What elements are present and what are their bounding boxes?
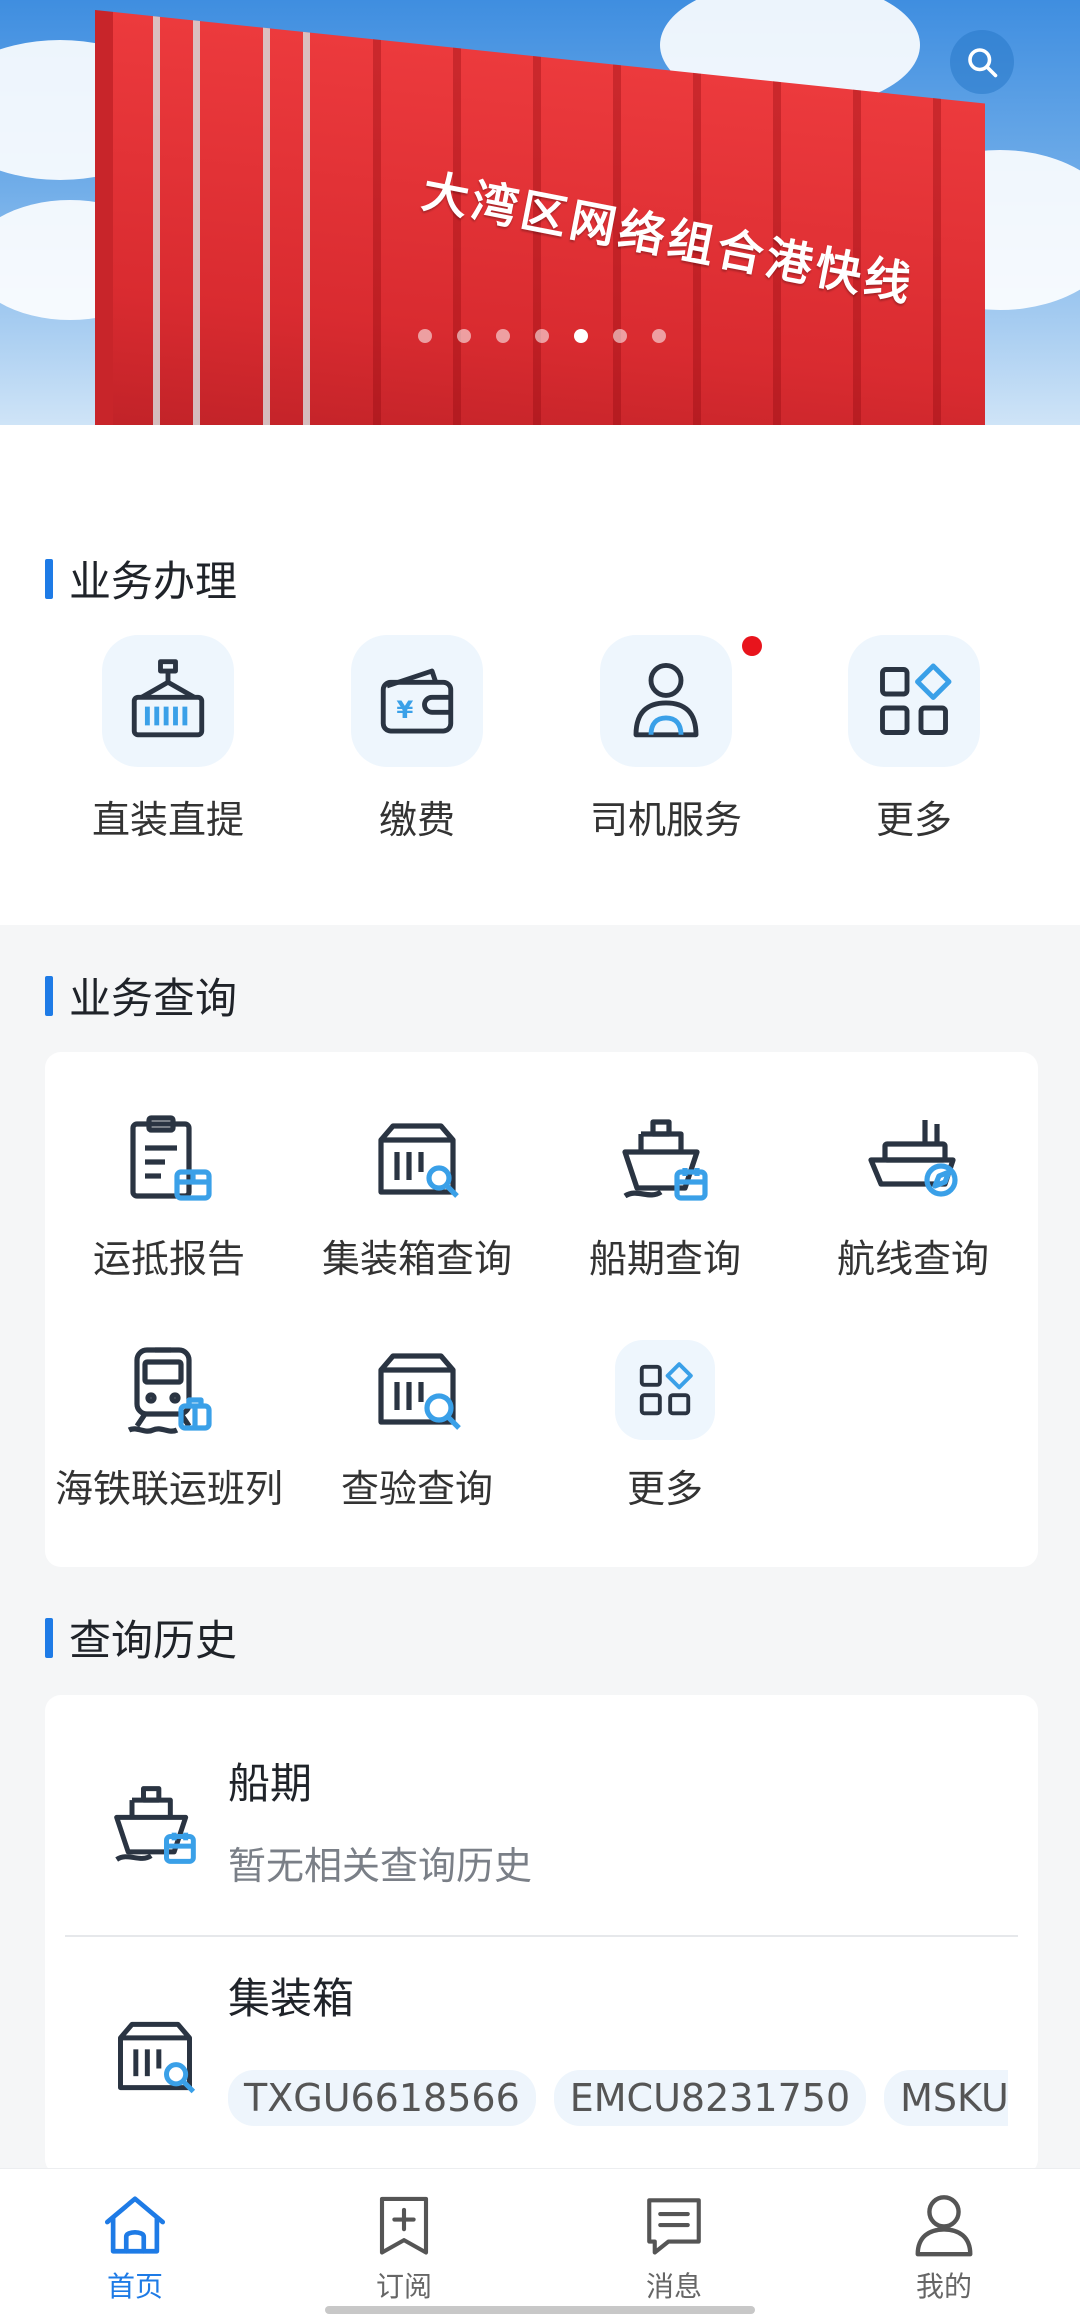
search-icon: [968, 48, 998, 78]
train-icon: [127, 1347, 212, 1434]
tab-profile[interactable]: 我的: [864, 2189, 1024, 2305]
bottom-tab-bar: 首页 订阅 消息 我的: [0, 2168, 1080, 2319]
ship-schedule-icon: [114, 1786, 196, 1864]
business-item-label: 司机服务: [589, 798, 742, 842]
history-chips: TXGU6618566 EMCU8231750 MSKU1: [228, 2070, 1008, 2126]
query-section-title: 业务查询: [45, 965, 237, 1026]
query-item-container[interactable]: 集装箱查询: [293, 1110, 541, 1283]
inspection-search-icon: [378, 1353, 461, 1430]
tab-label: 我的: [915, 2270, 972, 2303]
business-item-label: 缴费: [378, 798, 455, 842]
history-row-title: 船期: [228, 1759, 313, 1808]
history-card: 船期 暂无相关查询历史 集装箱 TXGU6618566 EMCU8231750 …: [45, 1695, 1038, 2175]
search-button[interactable]: [950, 30, 1014, 94]
carousel-dots: [418, 329, 666, 343]
business-item-driver-service[interactable]: 司机服务: [546, 635, 786, 844]
home-icon: [104, 2196, 166, 2254]
grid-more-icon: [880, 663, 952, 735]
tab-label: 消息: [645, 2270, 702, 2303]
business-item-more[interactable]: 更多: [794, 635, 1034, 844]
business-section-title: 业务办理: [45, 548, 237, 609]
container-crane-icon: [131, 659, 205, 738]
query-item-label: 航线查询: [836, 1237, 989, 1281]
business-item-label: 更多: [875, 798, 952, 842]
business-item-direct-load[interactable]: 直装直提: [48, 635, 288, 844]
query-item-label: 运抵报告: [92, 1237, 245, 1281]
banner-carousel[interactable]: 大湾区网络组合港快线: [0, 0, 1080, 425]
wallet-icon: ¥: [380, 668, 454, 734]
query-item-label: 更多: [626, 1467, 703, 1511]
tab-messages[interactable]: 消息: [594, 2189, 754, 2305]
query-item-label: 集装箱查询: [321, 1237, 512, 1281]
query-item-sea-rail[interactable]: 海铁联运班列: [45, 1340, 293, 1513]
query-item-ship-schedule[interactable]: 船期查询: [541, 1110, 789, 1283]
history-row-container[interactable]: 集装箱: [45, 1937, 1038, 2175]
ship-schedule-icon: [622, 1119, 708, 1201]
query-item-route[interactable]: 航线查询: [789, 1110, 1037, 1283]
history-empty-text: 暂无相关查询历史: [228, 1844, 533, 1888]
tab-subscribe[interactable]: 订阅: [324, 2189, 484, 2305]
notification-badge: [742, 636, 762, 656]
query-item-label: 船期查询: [588, 1237, 741, 1281]
query-item-label: 海铁联运班列: [54, 1467, 283, 1511]
history-chip[interactable]: TXGU6618566: [228, 2070, 536, 2126]
history-section-title: 查询历史: [45, 1607, 237, 1668]
carousel-dot[interactable]: [652, 329, 666, 343]
business-item-label: 直装直提: [91, 798, 244, 842]
carousel-dot[interactable]: [535, 329, 549, 343]
query-item-inspection[interactable]: 查验查询: [293, 1340, 541, 1513]
clipboard-report-icon: [130, 1115, 212, 1201]
history-row-ship-schedule[interactable]: 船期 暂无相关查询历史: [45, 1695, 1038, 1935]
carousel-dot[interactable]: [418, 329, 432, 343]
subscribe-icon: [379, 2196, 429, 2255]
tab-home[interactable]: 首页: [55, 2189, 215, 2305]
ship-route-icon: [868, 1120, 958, 1197]
svg-text:¥: ¥: [396, 695, 413, 724]
history-chip[interactable]: EMCU8231750: [553, 2070, 867, 2126]
profile-icon: [915, 2195, 973, 2257]
container-search-icon: [118, 2021, 196, 2094]
container-search-icon: [378, 1123, 459, 1198]
tab-label: 订阅: [375, 2270, 432, 2303]
carousel-dot[interactable]: [496, 329, 510, 343]
carousel-dot[interactable]: [457, 329, 471, 343]
carousel-dot-active[interactable]: [574, 329, 588, 343]
driver-icon: [633, 662, 699, 738]
history-row-title: 集装箱: [228, 1974, 355, 2023]
query-item-label: 查验查询: [340, 1467, 493, 1511]
home-indicator: [325, 2306, 755, 2314]
grid-more-icon: [639, 1362, 693, 1416]
business-item-payment[interactable]: ¥ 缴费: [297, 635, 537, 844]
query-item-arrival-report[interactable]: 运抵报告: [45, 1110, 293, 1283]
tab-label: 首页: [106, 2270, 163, 2303]
message-icon: [647, 2198, 701, 2255]
query-item-more[interactable]: 更多: [541, 1340, 789, 1513]
carousel-dot[interactable]: [613, 329, 627, 343]
history-chip[interactable]: MSKU1: [884, 2070, 1008, 2126]
